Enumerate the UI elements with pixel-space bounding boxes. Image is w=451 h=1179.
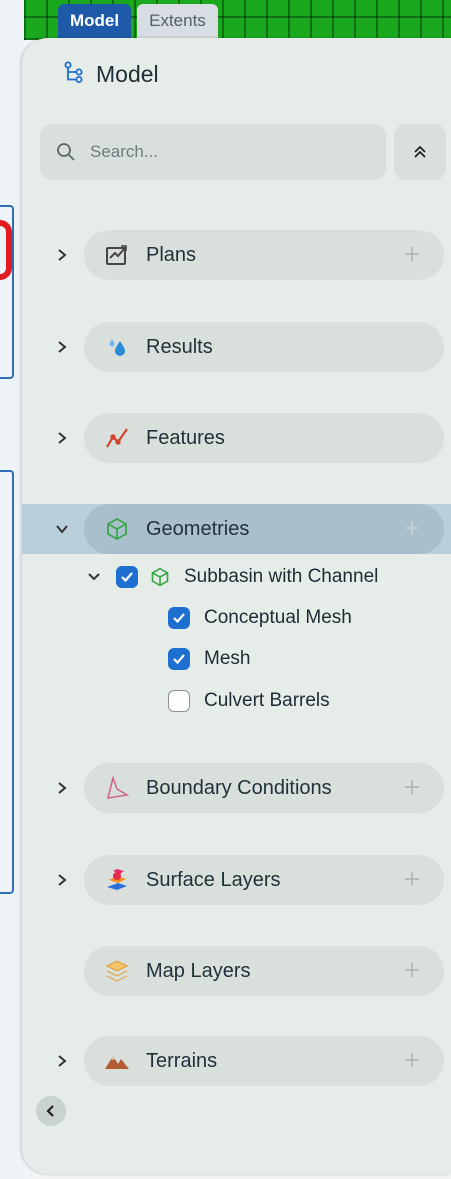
add-surface-layer-button[interactable]: [400, 867, 424, 891]
section-label: Surface Layers: [146, 868, 281, 891]
mesh-checkbox[interactable]: [168, 648, 190, 670]
section-geometries: Geometries: [22, 504, 451, 554]
conceptual-mesh-checkbox[interactable]: [168, 607, 190, 629]
collapse-all-button[interactable]: [394, 124, 446, 180]
chevron-down-icon[interactable]: [52, 518, 72, 540]
chevron-right-icon[interactable]: [52, 777, 72, 799]
tab-extents[interactable]: Extents: [137, 4, 218, 38]
section-label: Results: [146, 335, 213, 358]
surface-layers-icon: [104, 867, 130, 893]
section-terrains: Terrains: [22, 1036, 451, 1086]
section-surface-layers: Surface Layers: [22, 855, 451, 905]
boundary-icon: [104, 775, 130, 801]
section-map-layers: Map Layers: [22, 946, 451, 996]
panel-tabs: Model Extents: [58, 4, 218, 38]
panel-header: Model: [62, 60, 159, 89]
section-geometries-header[interactable]: Geometries: [84, 504, 444, 554]
section-label: Geometries: [146, 517, 250, 540]
section-map-header[interactable]: Map Layers: [84, 946, 444, 996]
tab-model[interactable]: Model: [58, 4, 132, 38]
tree-item-conceptual-mesh[interactable]: Conceptual Mesh: [168, 607, 352, 629]
droplets-icon: [104, 334, 130, 360]
collapse-panel-button[interactable]: [36, 1096, 66, 1126]
tree-item-culvert-barrels[interactable]: Culvert Barrels: [168, 690, 330, 712]
add-boundary-button[interactable]: [400, 775, 424, 799]
mountains-icon: [104, 1048, 130, 1074]
add-map-layer-button[interactable]: [400, 958, 424, 982]
panel-title: Model: [96, 61, 159, 87]
chevron-right-icon[interactable]: [52, 869, 72, 891]
search-icon: [56, 142, 76, 162]
chevron-right-icon[interactable]: [52, 1050, 72, 1072]
section-features-header[interactable]: Features: [84, 413, 444, 463]
tree-item-label: Culvert Barrels: [204, 690, 330, 711]
chevron-right-icon[interactable]: [52, 427, 72, 449]
section-boundary-header[interactable]: Boundary Conditions: [84, 763, 444, 813]
add-geometry-button[interactable]: [400, 516, 424, 540]
section-label: Terrains: [146, 1049, 218, 1072]
tree-structure-icon: [62, 60, 86, 89]
tree-item-label: Subbasin with Channel: [184, 566, 379, 587]
section-plans: Plans: [22, 230, 451, 280]
cube-icon: [150, 567, 170, 587]
section-results: Results: [22, 322, 451, 372]
section-plans-header[interactable]: Plans: [84, 230, 444, 280]
tree-item-mesh[interactable]: Mesh: [168, 648, 250, 670]
section-label: Map Layers: [146, 959, 251, 982]
tree-item-subbasin[interactable]: Subbasin with Channel: [88, 566, 378, 588]
culvert-barrels-checkbox[interactable]: [168, 690, 190, 712]
chevron-down-icon[interactable]: [88, 573, 104, 581]
subbasin-checkbox[interactable]: [116, 566, 138, 588]
search-input[interactable]: [88, 141, 362, 163]
section-features: Features: [22, 413, 451, 463]
section-terrains-header[interactable]: Terrains: [84, 1036, 444, 1086]
add-terrain-button[interactable]: [400, 1048, 424, 1072]
tree-item-label: Conceptual Mesh: [204, 607, 352, 628]
layers-icon: [104, 958, 130, 984]
chevron-left-icon: [46, 1105, 56, 1117]
section-surface-header[interactable]: Surface Layers: [84, 855, 444, 905]
model-panel: Model Plans: [22, 38, 451, 1174]
section-label: Features: [146, 426, 225, 449]
map-selection-frame: [0, 470, 14, 894]
chevron-right-icon[interactable]: [52, 244, 72, 266]
add-plan-button[interactable]: [400, 242, 424, 266]
chevron-right-icon[interactable]: [52, 336, 72, 358]
double-chevron-up-icon: [412, 144, 428, 160]
plans-icon: [104, 242, 130, 268]
section-label: Plans: [146, 243, 197, 266]
cube-icon: [104, 516, 130, 542]
section-label: Boundary Conditions: [146, 776, 332, 799]
polyline-icon: [104, 425, 130, 451]
map-feature-marker: [0, 220, 12, 280]
section-boundary-conditions: Boundary Conditions: [22, 763, 451, 813]
section-results-header[interactable]: Results: [84, 322, 444, 372]
search-box: [40, 124, 386, 180]
tree-item-label: Mesh: [204, 648, 251, 669]
